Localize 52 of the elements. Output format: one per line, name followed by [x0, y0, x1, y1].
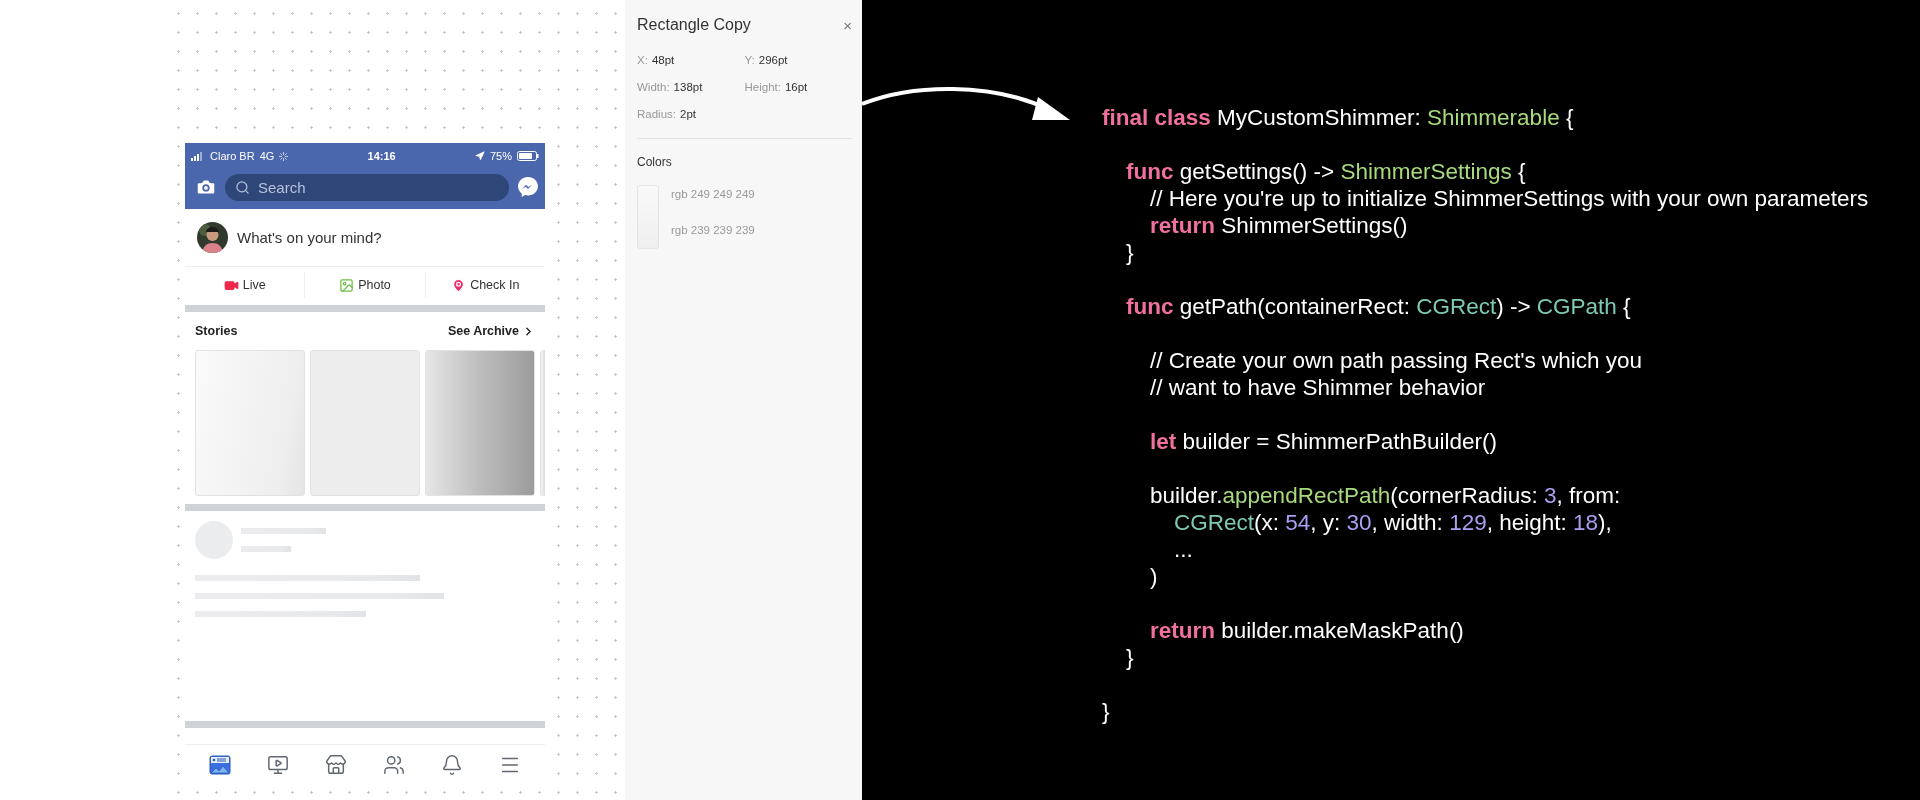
- code-line: CGRect(x: 54, y: 30, width: 129, height: 18),: [1174, 509, 1612, 536]
- code-line: // Create your own path passing Rect's which you: [1150, 347, 1643, 374]
- code-line: func getSettings() -> ShimmerSettings {: [1126, 158, 1526, 185]
- code-line: }: [1126, 239, 1134, 266]
- property-value: Radius: 2pt: [637, 108, 697, 120]
- location-arrow-icon: [475, 151, 485, 161]
- post-action-button[interactable]: Check In: [424, 272, 545, 298]
- property-value: Y: 296pt: [744, 54, 789, 66]
- battery-percent: 75%: [490, 150, 512, 162]
- skeleton-bar: [241, 546, 291, 552]
- post-prompt[interactable]: What's on your mind?: [237, 229, 382, 246]
- messenger-icon[interactable]: [517, 176, 539, 198]
- search-icon: [235, 179, 250, 195]
- tab-bar-button[interactable]: [207, 752, 233, 778]
- code-line: return ShimmerSettings(): [1150, 212, 1408, 239]
- color-value: rgb 239 239 239: [671, 224, 755, 236]
- code-line: // Here you're up to initialize ShimmerSettings with your own parameters: [1150, 185, 1869, 212]
- storefront-icon: [325, 754, 347, 776]
- news-feed-icon: [209, 754, 231, 776]
- video-screen-icon: [267, 754, 289, 776]
- map-pin-icon: [451, 277, 467, 293]
- property-value: Width: 138pt: [637, 81, 704, 93]
- code-line: final class MyCustomShimmer: Shimmerable {: [1102, 104, 1574, 131]
- property-value: X: 48pt: [637, 54, 676, 66]
- network-type: 4G: [259, 150, 275, 162]
- carrier-name: Claro BR: [210, 150, 255, 162]
- signal-icon: [191, 151, 205, 161]
- close-button[interactable]: ×: [843, 16, 852, 34]
- battery-icon: [517, 151, 539, 161]
- code-line: func getPath(containerRect: CGRect) -> CGPath {: [1126, 293, 1631, 320]
- clock-time: 14:16: [367, 150, 396, 162]
- code-line: ...: [1174, 536, 1193, 563]
- code-line: // want to have Shimmer behavior: [1150, 374, 1486, 401]
- post-action-button[interactable]: Photo: [304, 272, 425, 298]
- post-action-button[interactable]: Live: [185, 272, 305, 298]
- see-archive-link[interactable]: See Archive: [447, 324, 535, 338]
- photo-icon: [339, 277, 355, 293]
- group-icon: [383, 754, 405, 776]
- code-line: return builder.makeMaskPath(): [1150, 617, 1464, 644]
- section-title: Stories: [195, 324, 238, 338]
- colors-heading: Colors: [637, 155, 673, 169]
- code-line: }: [1102, 698, 1110, 725]
- code-line: let builder = ShimmerPathBuilder(): [1150, 428, 1498, 455]
- activity-spinner-icon: [279, 151, 289, 161]
- color-value: rgb 249 249 249: [671, 188, 755, 200]
- code-line: builder.appendRectPath(cornerRadius: 3, from:: [1150, 482, 1621, 509]
- bell-icon: [441, 754, 463, 776]
- code-line: ): [1150, 563, 1158, 590]
- search-field[interactable]: Search: [225, 173, 509, 201]
- layer-title: Rectangle Copy: [637, 16, 751, 34]
- code-line: }: [1126, 644, 1134, 671]
- property-value: Height: 16pt: [744, 81, 809, 93]
